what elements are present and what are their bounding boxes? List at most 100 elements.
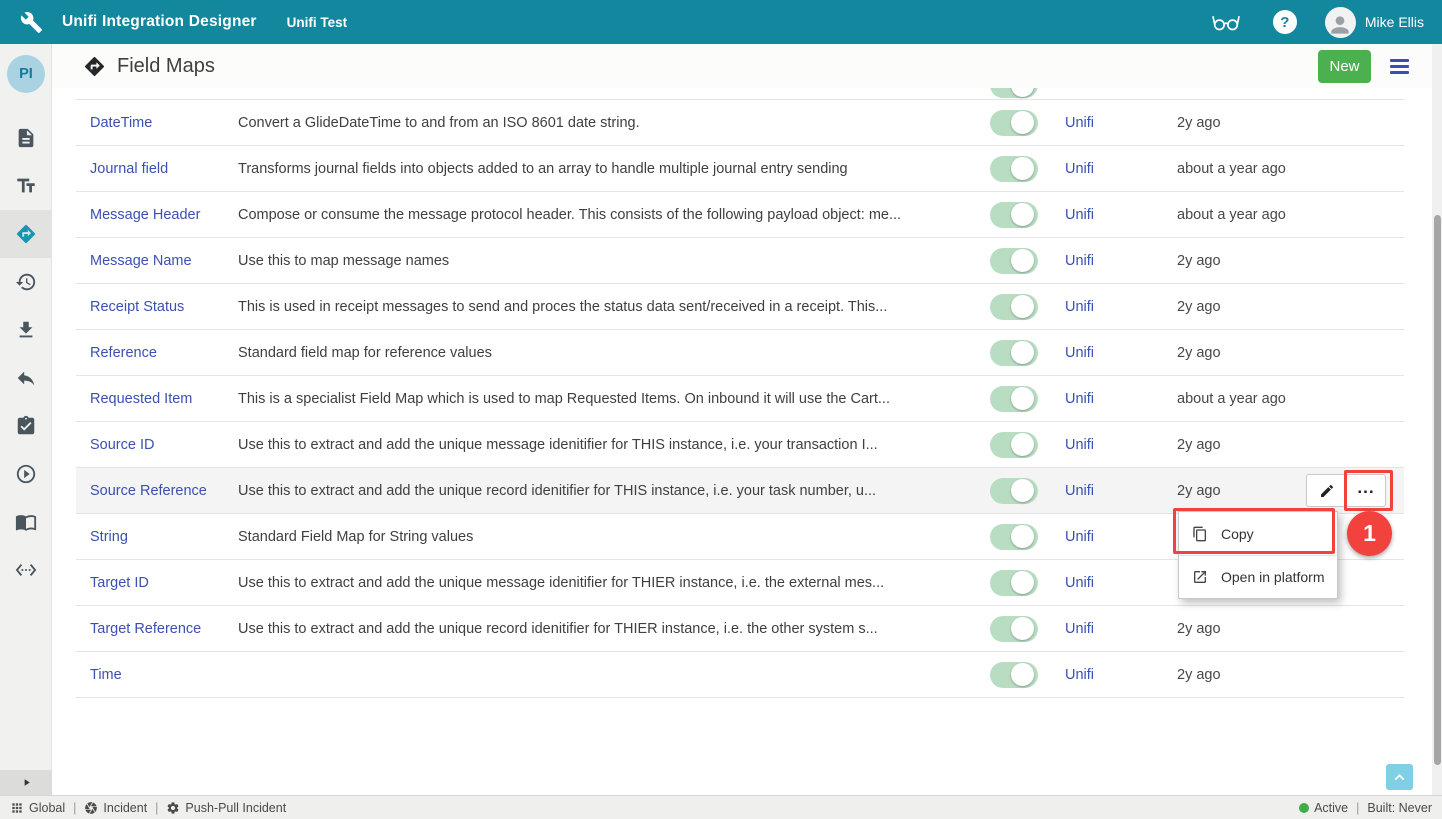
fieldmap-name-link[interactable]: Source ID [90,437,154,453]
help-icon[interactable]: ? [1273,10,1297,34]
chevron-right-icon [21,777,32,788]
sidebar-item-history[interactable] [0,258,52,306]
active-toggle[interactable] [990,616,1038,642]
active-toggle[interactable] [990,570,1038,596]
updated-time: 2y ago [1165,621,1300,637]
active-toggle[interactable] [990,88,1038,98]
active-toggle[interactable] [990,202,1038,228]
fieldmap-description: Convert a GlideDateTime to and from an I… [238,115,976,131]
active-toggle[interactable] [990,524,1038,550]
table-row: Requested ItemThis is a specialist Field… [76,376,1404,422]
unifi-link[interactable]: Unifi [1065,483,1094,499]
fieldmap-name-link[interactable]: Source Reference [90,483,207,499]
field-maps-icon [83,55,106,78]
menu-item-copy[interactable]: Copy [1179,512,1337,555]
sidebar-item-tasks[interactable] [0,402,52,450]
more-actions-button[interactable]: ... [1346,474,1386,507]
active-toggle[interactable] [990,478,1038,504]
fieldmap-description: Use this to extract and add the unique r… [238,483,976,499]
unifi-link[interactable]: Unifi [1065,667,1094,683]
updated-time: 2y ago [1165,253,1300,269]
fieldmap-description: Transforms journal fields into objects a… [238,161,976,177]
glasses-icon[interactable] [1211,10,1241,34]
fieldmap-name-link[interactable]: Message Name [90,253,192,269]
sidebar-item-reply[interactable] [0,354,52,402]
partial-row [76,88,1404,100]
page-title: Field Maps [117,55,215,78]
sidebar-item-play-circle[interactable] [0,450,52,498]
active-toggle[interactable] [990,248,1038,274]
table-row: Source IDUse this to extract and add the… [76,422,1404,468]
top-app-bar: Unifi Integration Designer Unifi Test ? … [0,0,1442,44]
unifi-link[interactable]: Unifi [1065,391,1094,407]
unifi-link[interactable]: Unifi [1065,575,1094,591]
sidebar-expand-button[interactable] [0,770,52,795]
unifi-link[interactable]: Unifi [1065,437,1094,453]
app-title: Unifi Integration Designer [62,13,257,31]
integration-avatar[interactable]: PI [7,55,45,93]
edit-button[interactable] [1306,474,1346,507]
unifi-link[interactable]: Unifi [1065,115,1094,131]
scrollbar-track[interactable] [1432,44,1442,795]
fieldmap-name-link[interactable]: Reference [90,345,157,361]
user-name[interactable]: Mike Ellis [1365,14,1424,30]
fieldmap-name-link[interactable]: Receipt Status [90,299,184,315]
table-row: DateTime Convert a GlideDateTime to and f… [76,100,1404,146]
active-toggle[interactable] [990,662,1038,688]
wrench-icon [20,11,43,34]
fieldmap-description: Use this to map message names [238,253,976,269]
person-icon [1327,12,1353,38]
copy-icon [1192,526,1208,542]
user-avatar[interactable] [1325,7,1356,38]
new-button[interactable]: New [1318,50,1371,83]
unifi-link[interactable]: Unifi [1065,345,1094,361]
document-icon [15,127,37,149]
fieldmap-name-link[interactable]: Requested Item [90,391,192,407]
built-status-label: Built: Never [1367,801,1432,815]
active-toggle[interactable] [990,156,1038,182]
menu-item-open-in-platform[interactable]: Open in platform [1179,555,1337,598]
fieldmap-name-link[interactable]: Message Header [90,207,200,223]
updated-time: 2y ago [1165,667,1300,683]
active-toggle[interactable] [990,294,1038,320]
scrollbar-thumb[interactable] [1434,215,1441,765]
unifi-link[interactable]: Unifi [1065,299,1094,315]
table-row: Journal field Transforms journal fields i… [76,146,1404,192]
sidebar-item-document[interactable] [0,114,52,162]
menu-icon[interactable] [1390,59,1409,74]
main-content: Field Maps New DateTime Convert a GlideDa… [52,44,1432,795]
fieldmap-name-link[interactable]: Time [90,667,122,683]
unifi-link[interactable]: Unifi [1065,529,1094,545]
updated-time: 2y ago [1165,483,1300,499]
active-toggle[interactable] [990,386,1038,412]
unifi-link[interactable]: Unifi [1065,621,1094,637]
sidebar-item-code[interactable] [0,546,52,594]
active-toggle[interactable] [990,432,1038,458]
sidebar-item-field-maps[interactable] [0,210,52,258]
fieldmap-name-link[interactable]: Target ID [90,575,149,591]
unifi-link[interactable]: Unifi [1065,161,1094,177]
sidebar-item-documentation[interactable] [0,498,52,546]
active-status-label: Active [1314,801,1348,815]
table-row: Source Reference Use this to extract and … [76,468,1404,514]
fieldmap-name-link[interactable]: String [90,529,128,545]
sidebar-item-download[interactable] [0,306,52,354]
table-row: ReferenceStandard field map for referenc… [76,330,1404,376]
unifi-link[interactable]: Unifi [1065,207,1094,223]
sidebar-item-text-fields[interactable] [0,162,52,210]
integration-name[interactable]: Unifi Test [287,15,348,30]
table-row: Message Name Use this to map message name… [76,238,1404,284]
fieldmap-name-link[interactable]: Target Reference [90,621,201,637]
unifi-link[interactable]: Unifi [1065,253,1094,269]
active-toggle[interactable] [990,340,1038,366]
table-row: Time Unifi 2y ago [76,652,1404,698]
active-toggle[interactable] [990,110,1038,136]
fieldmap-name-link[interactable]: DateTime [90,115,152,131]
statusbar-global[interactable]: Global [10,801,65,815]
incident-icon [84,801,98,815]
statusbar-incident[interactable]: Incident [84,801,147,815]
fieldmap-description: This is used in receipt messages to send… [238,299,976,315]
statusbar-push-pull-incident[interactable]: Push-Pull Incident [166,801,286,815]
back-to-top-button[interactable] [1386,764,1413,790]
fieldmap-name-link[interactable]: Journal field [90,161,168,177]
